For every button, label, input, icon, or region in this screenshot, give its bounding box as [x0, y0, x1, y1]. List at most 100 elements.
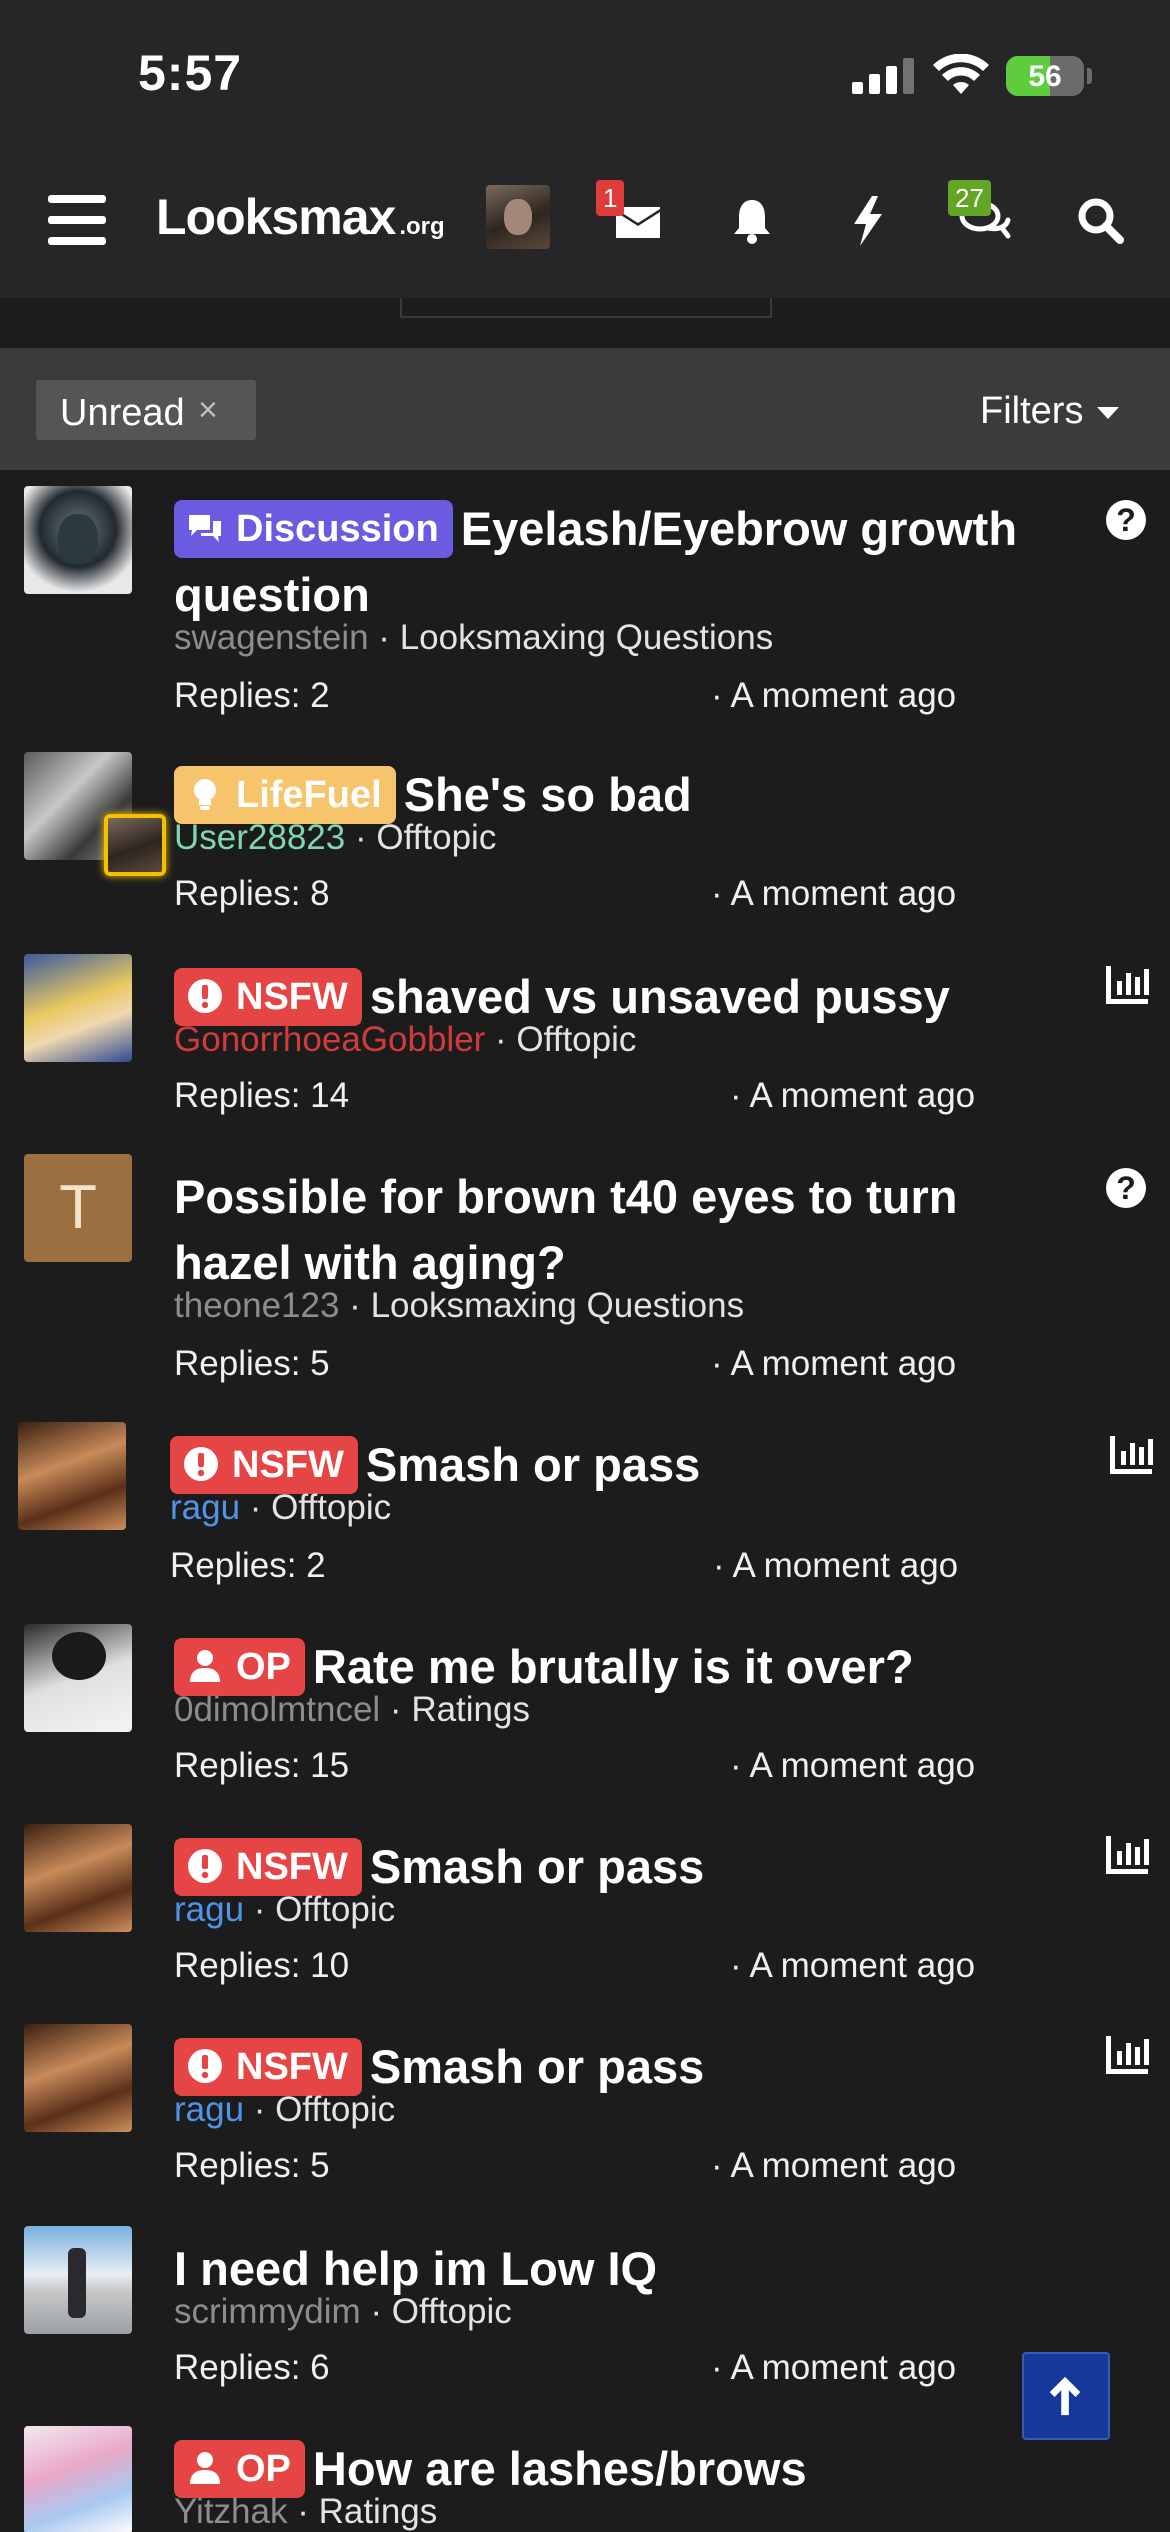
thread-author[interactable]: ragu	[174, 2090, 244, 2129]
thread-replies: Replies: 10	[174, 1946, 350, 1985]
filters-label: Filters	[980, 390, 1084, 432]
thread-replies: Replies: 6	[174, 2348, 330, 2387]
thread-avatar[interactable]	[18, 1422, 126, 1530]
thread-item[interactable]: NSFW Smash or pass ragu · Offtopic Repli…	[0, 2024, 1170, 2185]
user-avatar[interactable]	[486, 185, 550, 249]
thread-item[interactable]: NSFW shaved vs unsaved pussy GonorrhoeaG…	[0, 954, 1170, 1115]
thread-author[interactable]: GonorrhoeaGobbler	[174, 1020, 485, 1059]
thread-replies: Replies: 8	[174, 874, 330, 913]
thread-meta: scrimmydim · Offtopic	[174, 2292, 512, 2331]
thread-time: · A moment ago	[711, 1344, 957, 1383]
bell-icon[interactable]	[722, 190, 782, 250]
thread-time: · A moment ago	[730, 1946, 976, 1985]
filters-button[interactable]: Filters	[980, 390, 1120, 433]
thread-title-text: I need help im Low IQ	[174, 2242, 658, 2295]
thread-avatar[interactable]	[24, 2024, 132, 2132]
lifefuel-prefix-badge[interactable]: LifeFuel	[174, 766, 396, 824]
thread-meta: GonorrhoeaGobbler · Offtopic	[174, 1020, 637, 1059]
thread-item[interactable]: NSFW Smash or pass ragu · Offtopic Repli…	[0, 1422, 1170, 1585]
thread-title[interactable]: Discussion Eyelash/Eyebrow growth questi…	[174, 496, 1084, 628]
thread-title-text: Smash or pass	[369, 1840, 705, 1893]
app-header: Looksmax .org 1 27	[0, 150, 1170, 298]
cellular-signal-icon	[852, 58, 916, 94]
nsfw-prefix-badge[interactable]: NSFW	[174, 968, 362, 1026]
thread-avatar[interactable]	[24, 2426, 132, 2532]
thread-avatar[interactable]	[24, 954, 132, 1062]
thread-meta: ragu · Offtopic	[174, 1890, 396, 1929]
thread-replies: Replies: 15	[174, 1746, 350, 1785]
thread-replies: Replies: 2	[174, 676, 330, 715]
thread-author[interactable]: swagenstein	[174, 618, 369, 657]
thread-author[interactable]: ragu	[174, 1890, 244, 1929]
wifi-icon	[933, 54, 989, 94]
logo-text: Looksmax	[156, 189, 396, 245]
thread-time: · A moment ago	[730, 1746, 976, 1785]
thread-title-text: She's so bad	[403, 768, 692, 821]
thread-forum[interactable]: Offtopic	[376, 818, 496, 857]
thread-author[interactable]: scrimmydim	[174, 2292, 361, 2331]
op-prefix-badge[interactable]: OP	[174, 1638, 305, 1696]
exclamation-icon	[188, 2049, 222, 2083]
thread-title-text: Rate me brutally is it over?	[312, 1640, 914, 1693]
battery-level: 56	[1028, 60, 1062, 93]
thread-replies: Replies: 5	[174, 2146, 330, 2185]
thread-avatar[interactable]	[24, 1824, 132, 1932]
nsfw-prefix-badge[interactable]: NSFW	[174, 2038, 362, 2096]
site-logo[interactable]: Looksmax .org	[156, 188, 445, 252]
menu-icon[interactable]	[48, 195, 106, 245]
unread-filter-label: Unread	[60, 392, 185, 434]
thread-forum[interactable]: Offtopic	[275, 1890, 395, 1929]
thread-title-text: Smash or pass	[365, 1438, 701, 1491]
scroll-to-top-button[interactable]	[1022, 2352, 1110, 2440]
unread-filter-chip[interactable]: Unread ×	[36, 380, 256, 440]
thread-meta: Yitzhak · Ratings	[174, 2492, 438, 2531]
thread-replies: Replies: 14	[174, 1076, 350, 1115]
discussion-prefix-badge[interactable]: Discussion	[174, 500, 453, 558]
alerts-badge: 27	[948, 180, 991, 216]
poll-icon	[1106, 2036, 1149, 2074]
thread-replies: Replies: 2	[170, 1546, 326, 1585]
thread-author[interactable]: Yitzhak	[174, 2492, 287, 2531]
nsfw-prefix-badge[interactable]: NSFW	[170, 1436, 358, 1494]
thread-meta: User28823 · Offtopic	[174, 818, 497, 857]
thread-avatar-letter[interactable]: T	[24, 1154, 132, 1262]
thread-forum[interactable]: Ratings	[411, 1690, 530, 1729]
thread-meta: ragu · Offtopic	[174, 2090, 396, 2129]
inbox-badge: 1	[596, 180, 625, 216]
thread-title-text: How are lashes/brows	[312, 2442, 807, 2495]
reply-avatar[interactable]	[104, 814, 166, 876]
thread-item[interactable]: NSFW Smash or pass ragu · Offtopic Repli…	[0, 1824, 1170, 1985]
thread-author[interactable]: theone123	[174, 1286, 339, 1325]
nsfw-prefix-badge[interactable]: NSFW	[174, 1838, 362, 1896]
status-bar: 5:57 56	[0, 0, 1170, 150]
thread-avatar[interactable]	[24, 2226, 132, 2334]
battery-icon: 56	[1006, 56, 1084, 96]
bolt-icon[interactable]	[838, 190, 898, 250]
question-icon: ?	[1106, 1168, 1146, 1208]
thread-forum[interactable]: Offtopic	[275, 2090, 395, 2129]
thread-forum[interactable]: Offtopic	[271, 1488, 391, 1527]
battery-nub	[1087, 68, 1092, 84]
logo-suffix: .org	[399, 213, 445, 240]
poll-icon	[1110, 1436, 1153, 1474]
status-time: 5:57	[138, 45, 243, 101]
user-icon	[190, 1650, 220, 1682]
op-prefix-badge[interactable]: OP	[174, 2440, 305, 2498]
thread-author[interactable]: 0dimolmtncel	[174, 1690, 380, 1729]
thread-forum[interactable]: Offtopic	[516, 1020, 636, 1059]
thread-meta: theone123 · Looksmaxing Questions	[174, 1286, 745, 1325]
search-icon[interactable]	[1070, 190, 1130, 250]
thread-forum[interactable]: Looksmaxing Questions	[400, 618, 774, 657]
thread-author[interactable]: User28823	[174, 818, 345, 857]
thread-forum[interactable]: Ratings	[319, 2492, 438, 2531]
thread-forum[interactable]: Looksmaxing Questions	[371, 1286, 745, 1325]
remove-filter-icon[interactable]: ×	[198, 391, 218, 430]
thread-author[interactable]: ragu	[170, 1488, 240, 1527]
exclamation-icon	[188, 1849, 222, 1883]
thread-avatar[interactable]	[24, 486, 132, 594]
thread-title[interactable]: Possible for brown t40 eyes to turn haze…	[174, 1164, 1084, 1296]
comments-icon	[189, 515, 221, 542]
thread-time: · A moment ago	[713, 1546, 959, 1585]
thread-forum[interactable]: Offtopic	[392, 2292, 512, 2331]
thread-avatar[interactable]	[24, 1624, 132, 1732]
